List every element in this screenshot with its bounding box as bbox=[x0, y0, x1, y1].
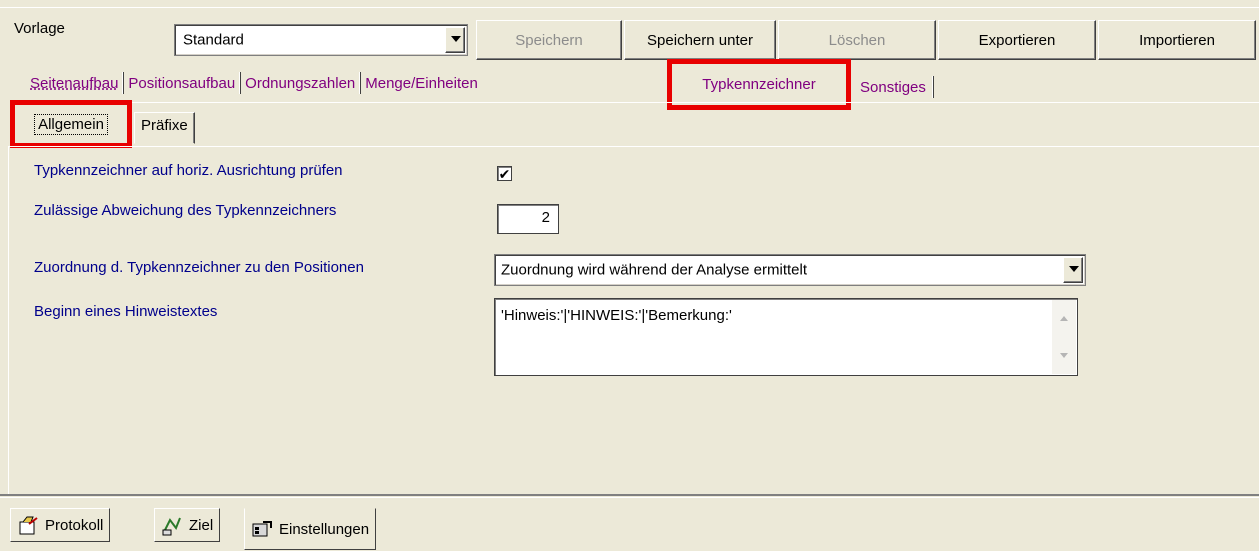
check-horizontal-checkbox[interactable]: ✔ bbox=[497, 166, 512, 181]
textarea-scrollbar[interactable] bbox=[1052, 300, 1076, 374]
hint-textarea[interactable]: 'Hinweis:'|'HINWEIS:'|'Bemerkung:' bbox=[494, 298, 1078, 376]
bottom-tab-einstellungen[interactable]: Einstellungen bbox=[244, 508, 377, 550]
tab-divider bbox=[931, 76, 934, 98]
bottom-tab-einstellungen-label: Einstellungen bbox=[279, 520, 370, 538]
assignment-select-value: Zuordnung wird während der Analyse ermit… bbox=[501, 261, 807, 279]
tab-seitenaufbau[interactable]: Seitenaufbau bbox=[28, 75, 120, 92]
subtab-allgemein[interactable]: Allgemein bbox=[10, 100, 132, 148]
deviation-label: Zulässige Abweichung des Typkennzeichner… bbox=[34, 202, 337, 219]
save-button[interactable]: Speichern bbox=[476, 20, 622, 60]
tab-divider bbox=[239, 72, 242, 94]
chevron-down-icon[interactable] bbox=[1063, 257, 1083, 283]
assignment-select[interactable]: Zuordnung wird während der Analyse ermit… bbox=[494, 254, 1086, 286]
tab-positionsaufbau[interactable]: Positionsaufbau bbox=[126, 75, 237, 92]
tab-divider bbox=[122, 72, 125, 94]
template-select-value: Standard bbox=[183, 31, 244, 49]
tab-sonstiges-wrap: Sonstiges bbox=[858, 75, 934, 99]
subtab-allgemein-label: Allgemein bbox=[34, 113, 108, 135]
scroll-up-icon[interactable] bbox=[1060, 316, 1068, 321]
ziel-icon bbox=[161, 514, 183, 536]
tab-sonstiges[interactable]: Sonstiges bbox=[858, 79, 928, 96]
tab-divider bbox=[359, 72, 362, 94]
template-select[interactable]: Standard bbox=[174, 24, 468, 56]
hint-label: Beginn eines Hinweistextes bbox=[34, 303, 218, 320]
assignment-label: Zuordnung d. Typkennzeichner zu den Posi… bbox=[34, 259, 364, 276]
top-edge bbox=[0, 0, 1259, 8]
hint-text: 'Hinweis:'|'HINWEIS:'|'Bemerkung:' bbox=[501, 307, 732, 324]
scroll-down-icon[interactable] bbox=[1060, 353, 1068, 358]
save-as-button[interactable]: Speichern unter bbox=[624, 20, 776, 60]
subtab-praefixe-label: Präfixe bbox=[141, 117, 188, 134]
bottom-tab-ziel[interactable]: Ziel bbox=[154, 508, 221, 542]
einstellungen-icon bbox=[251, 518, 273, 540]
delete-button[interactable]: Löschen bbox=[778, 20, 936, 60]
tab-ordnungszahlen[interactable]: Ordnungszahlen bbox=[243, 75, 357, 92]
checkmark-icon: ✔ bbox=[498, 165, 511, 182]
chevron-down-icon[interactable] bbox=[445, 27, 465, 53]
content-top-border bbox=[8, 146, 1259, 147]
bottom-tab-protokoll-label: Protokoll bbox=[45, 516, 104, 534]
protokoll-icon bbox=[17, 514, 39, 536]
deviation-input[interactable]: 2 bbox=[497, 204, 559, 234]
template-label: Vorlage bbox=[14, 20, 65, 37]
export-button[interactable]: Exportieren bbox=[938, 20, 1096, 60]
tab-menge-einheiten[interactable]: Menge/Einheiten bbox=[363, 75, 480, 92]
content-left-border bbox=[8, 146, 9, 496]
tab-typkennzeichner-label: Typkennzeichner bbox=[702, 76, 816, 93]
bottom-tab-protokoll[interactable]: Protokoll bbox=[10, 508, 111, 542]
bottom-separator bbox=[0, 494, 1259, 498]
subtab-praefixe[interactable]: Präfixe bbox=[134, 112, 195, 144]
bottom-tab-ziel-label: Ziel bbox=[189, 516, 214, 534]
import-button[interactable]: Importieren bbox=[1098, 20, 1256, 60]
settings-window: { "toolbar": { "vorlage_label": "Vorlage… bbox=[0, 0, 1259, 551]
tab-baseline bbox=[12, 102, 1259, 103]
check-horizontal-label: Typkennzeichner auf horiz. Ausrichtung p… bbox=[34, 162, 343, 179]
